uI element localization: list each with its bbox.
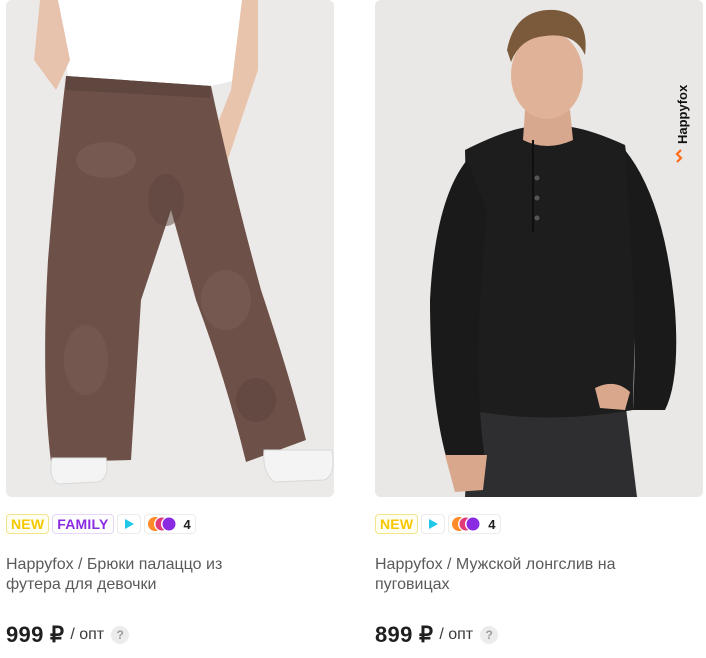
longsleeve-photo-illustration: Happyfox bbox=[375, 0, 703, 497]
product-image-longsleeve[interactable]: Happyfox bbox=[375, 0, 703, 497]
price-row: 999 ₽ / опт ? bbox=[6, 622, 130, 648]
color-variants-count: 4 bbox=[183, 516, 191, 532]
product-title[interactable]: Happyfox / Брюки палаццо из футера для д… bbox=[6, 555, 306, 595]
product-price: 899 ₽ bbox=[375, 622, 434, 647]
product-badges: NEW 4 bbox=[375, 513, 703, 535]
product-price: 999 ₽ bbox=[6, 622, 65, 647]
price-unit: / опт bbox=[70, 626, 105, 643]
color-variants-badge[interactable]: 4 bbox=[448, 514, 501, 534]
pants-photo-illustration bbox=[6, 0, 334, 497]
new-badge: NEW bbox=[375, 514, 419, 534]
svg-text:Happyfox: Happyfox bbox=[675, 84, 690, 144]
color-circles-icon bbox=[147, 517, 176, 531]
price-unit: / опт bbox=[439, 626, 474, 643]
product-card-girls-pants[interactable]: NEW FAMILY 4 Happyfox / Брюки палаццо из… bbox=[6, 0, 334, 647]
color-circles-icon bbox=[452, 517, 480, 531]
video-play-icon[interactable] bbox=[421, 514, 446, 534]
new-badge: NEW bbox=[6, 514, 50, 534]
product-title[interactable]: Happyfox / Мужской лонгслив на пуговицах bbox=[375, 555, 675, 595]
product-badges: NEW FAMILY 4 bbox=[6, 513, 334, 535]
price-help-icon[interactable]: ? bbox=[480, 626, 499, 644]
price-row: 899 ₽ / опт ? bbox=[375, 622, 499, 648]
family-badge: FAMILY bbox=[52, 514, 114, 534]
color-variants-count: 4 bbox=[488, 516, 496, 532]
color-variants-badge[interactable]: 4 bbox=[143, 514, 196, 534]
price-help-icon[interactable]: ? bbox=[111, 626, 130, 644]
video-play-icon[interactable] bbox=[116, 514, 141, 534]
product-card-mens-longsleeve[interactable]: Happyfox NEW 4 Happyfox / Мужской лонгсл… bbox=[375, 0, 703, 647]
product-image-pants[interactable] bbox=[6, 0, 334, 497]
